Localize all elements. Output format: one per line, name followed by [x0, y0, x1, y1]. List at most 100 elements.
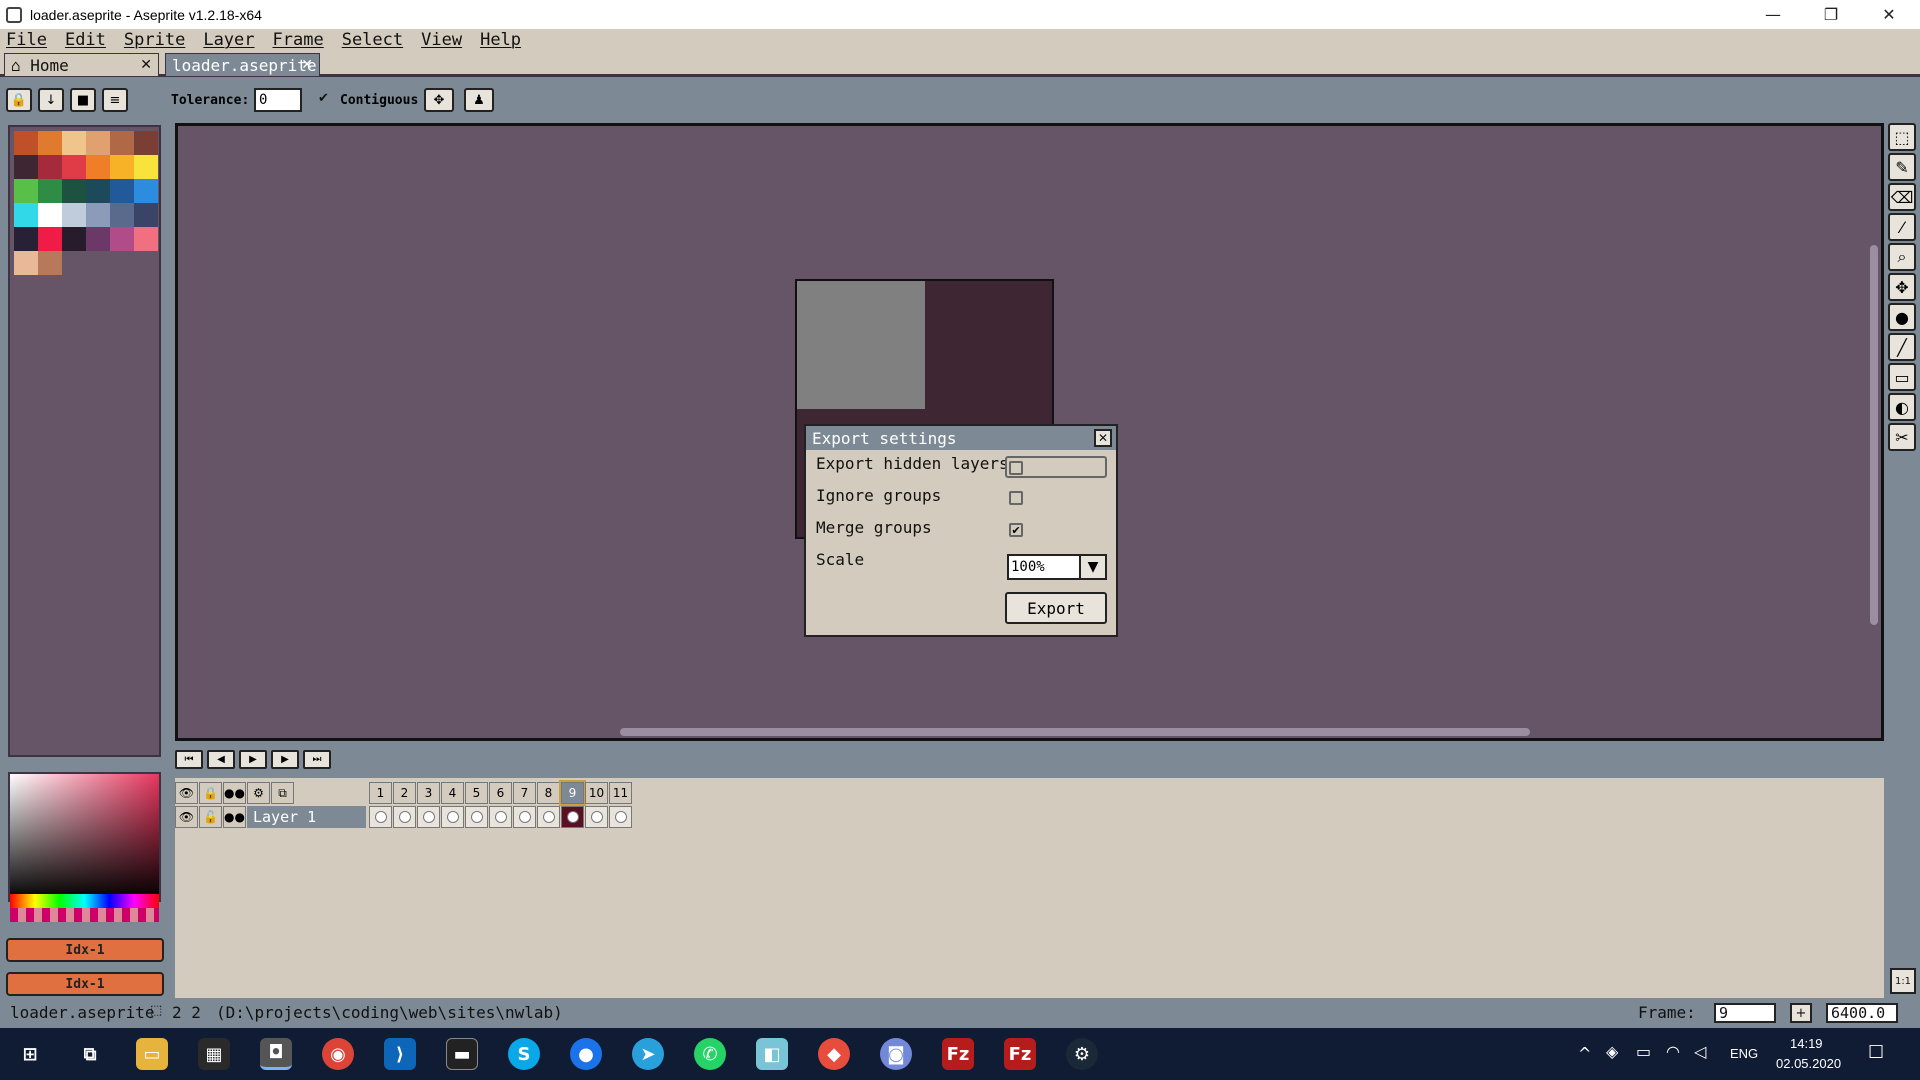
palette-swatch[interactable]: [134, 155, 158, 179]
frame-header[interactable]: 7: [513, 782, 536, 804]
contiguous-check-icon[interactable]: ✔: [318, 91, 329, 106]
ignore-groups-checkbox[interactable]: [1009, 491, 1023, 505]
frame-header[interactable]: 8: [537, 782, 560, 804]
menu-sprite[interactable]: Sprite: [124, 30, 185, 50]
play-button[interactable]: ▶: [239, 750, 267, 769]
discord-icon[interactable]: ◙: [880, 1038, 912, 1070]
timeline-cel[interactable]: [489, 806, 512, 828]
palette-swatch[interactable]: [62, 131, 86, 155]
task-view-icon[interactable]: ⧉: [74, 1038, 106, 1070]
timeline-cel[interactable]: [561, 806, 584, 828]
frame-header[interactable]: 3: [417, 782, 440, 804]
palette-swatch[interactable]: [14, 179, 38, 203]
frame-header[interactable]: 6: [489, 782, 512, 804]
background-color-button[interactable]: Idx-1: [6, 972, 164, 996]
palette-swatch[interactable]: [134, 179, 158, 203]
palette-swatch[interactable]: [110, 203, 134, 227]
timeline-cel[interactable]: [465, 806, 488, 828]
palette-swatch[interactable]: [110, 155, 134, 179]
close-window-button[interactable]: ✕: [1860, 0, 1918, 29]
menu-lines-icon[interactable]: ≡: [102, 88, 128, 112]
ink-icon[interactable]: ♟: [464, 88, 494, 112]
frame-header[interactable]: 9: [559, 780, 586, 806]
layer-visibility-icon[interactable]: 👁: [175, 806, 198, 828]
palette-swatch[interactable]: [134, 131, 158, 155]
timeline-cel[interactable]: [513, 806, 536, 828]
vpn-icon[interactable]: ◆: [818, 1038, 850, 1070]
palette-swatch[interactable]: [14, 227, 38, 251]
timeline-cel[interactable]: [537, 806, 560, 828]
timeline-cel[interactable]: [393, 806, 416, 828]
chevron-down-icon[interactable]: ▼: [1079, 556, 1105, 578]
palette-swatch[interactable]: [62, 203, 86, 227]
scale-select[interactable]: 100% ▼: [1007, 554, 1107, 580]
telegram-icon[interactable]: ➤: [632, 1038, 664, 1070]
palette-swatch[interactable]: [134, 203, 158, 227]
alpha-slider[interactable]: [10, 908, 159, 922]
menu-frame[interactable]: Frame: [273, 30, 324, 50]
eyedropper-tool-icon[interactable]: ⁄: [1888, 213, 1916, 241]
vscode-icon[interactable]: ⟩: [384, 1038, 416, 1070]
palette-swatch[interactable]: [38, 155, 62, 179]
merge-groups-checkbox[interactable]: ✔: [1009, 523, 1023, 537]
pencil-tool-icon[interactable]: ✎: [1888, 153, 1916, 181]
layer-name[interactable]: Layer 1: [247, 806, 366, 828]
palette-swatch[interactable]: [110, 179, 134, 203]
zoom-reset-icon[interactable]: 1:1: [1890, 968, 1916, 994]
zoom-tool-icon[interactable]: ⌕: [1888, 243, 1916, 271]
notes-icon[interactable]: ◧: [756, 1038, 788, 1070]
palette-swatch[interactable]: [134, 227, 158, 251]
next-frame-button[interactable]: ▶: [271, 750, 299, 769]
frame-header[interactable]: 5: [465, 782, 488, 804]
palette-swatch[interactable]: [110, 227, 134, 251]
palette-swatch[interactable]: [62, 155, 86, 179]
line-tool-icon[interactable]: ╱: [1888, 333, 1916, 361]
horizontal-scrollbar[interactable]: [620, 728, 1530, 736]
clock-time[interactable]: 14:19: [1790, 1036, 1823, 1051]
language-indicator[interactable]: ENG: [1730, 1046, 1758, 1061]
aseprite-taskbar-icon[interactable]: ◘: [260, 1038, 292, 1070]
square-icon[interactable]: ■: [70, 88, 96, 112]
previous-frame-button[interactable]: ◀: [207, 750, 235, 769]
palette-swatch[interactable]: [110, 131, 134, 155]
first-frame-button[interactable]: ⏮: [175, 750, 203, 769]
marquee-tool-icon[interactable]: ⬚: [1888, 123, 1916, 151]
steam-icon[interactable]: ⚙: [1066, 1038, 1098, 1070]
skype-icon[interactable]: S: [508, 1038, 540, 1070]
color-spectrum[interactable]: [8, 772, 161, 902]
wifi-icon[interactable]: ◠: [1666, 1042, 1680, 1061]
tab-home[interactable]: ⌂ Home ✕: [4, 53, 159, 76]
export-hidden-layers-checkbox[interactable]: [1009, 461, 1023, 475]
menu-edit[interactable]: Edit: [65, 30, 106, 50]
palette-swatch[interactable]: [14, 155, 38, 179]
layer-lock-icon[interactable]: 🔓: [199, 806, 222, 828]
arrow-down-icon[interactable]: ↓: [38, 88, 64, 112]
timeline-cel[interactable]: [417, 806, 440, 828]
close-tab-icon[interactable]: ✕: [140, 57, 152, 73]
lock-header-icon[interactable]: 🔒: [199, 782, 222, 804]
palette-swatch[interactable]: [86, 155, 110, 179]
timeline-cel[interactable]: [441, 806, 464, 828]
whatsapp-icon[interactable]: ✆: [694, 1038, 726, 1070]
palette-swatch[interactable]: [38, 227, 62, 251]
palette-swatch[interactable]: [86, 179, 110, 203]
palette-swatch[interactable]: [14, 203, 38, 227]
hue-slider[interactable]: [10, 894, 159, 908]
gear-icon[interactable]: ⚙: [247, 782, 270, 804]
frame-input[interactable]: 9: [1714, 1003, 1776, 1023]
palette-swatch[interactable]: [14, 251, 38, 275]
lock-icon[interactable]: 🔒: [6, 88, 32, 112]
file-explorer-icon[interactable]: ▭: [136, 1038, 168, 1070]
minimize-button[interactable]: —: [1744, 0, 1802, 29]
timeline-cel[interactable]: [609, 806, 632, 828]
calculator-icon[interactable]: ▦: [198, 1038, 230, 1070]
foreground-color-button[interactable]: Idx-1: [6, 938, 164, 962]
frame-header[interactable]: 11: [609, 782, 632, 804]
frame-header[interactable]: 10: [585, 782, 608, 804]
blur-tool-icon[interactable]: ◐: [1888, 393, 1916, 421]
pattern-icon[interactable]: ✥: [424, 88, 454, 112]
clock-date[interactable]: 02.05.2020: [1776, 1056, 1841, 1071]
eraser-tool-icon[interactable]: ⌫: [1888, 183, 1916, 211]
rectangle-tool-icon[interactable]: ▭: [1888, 363, 1916, 391]
volume-icon[interactable]: ◁: [1694, 1042, 1706, 1061]
